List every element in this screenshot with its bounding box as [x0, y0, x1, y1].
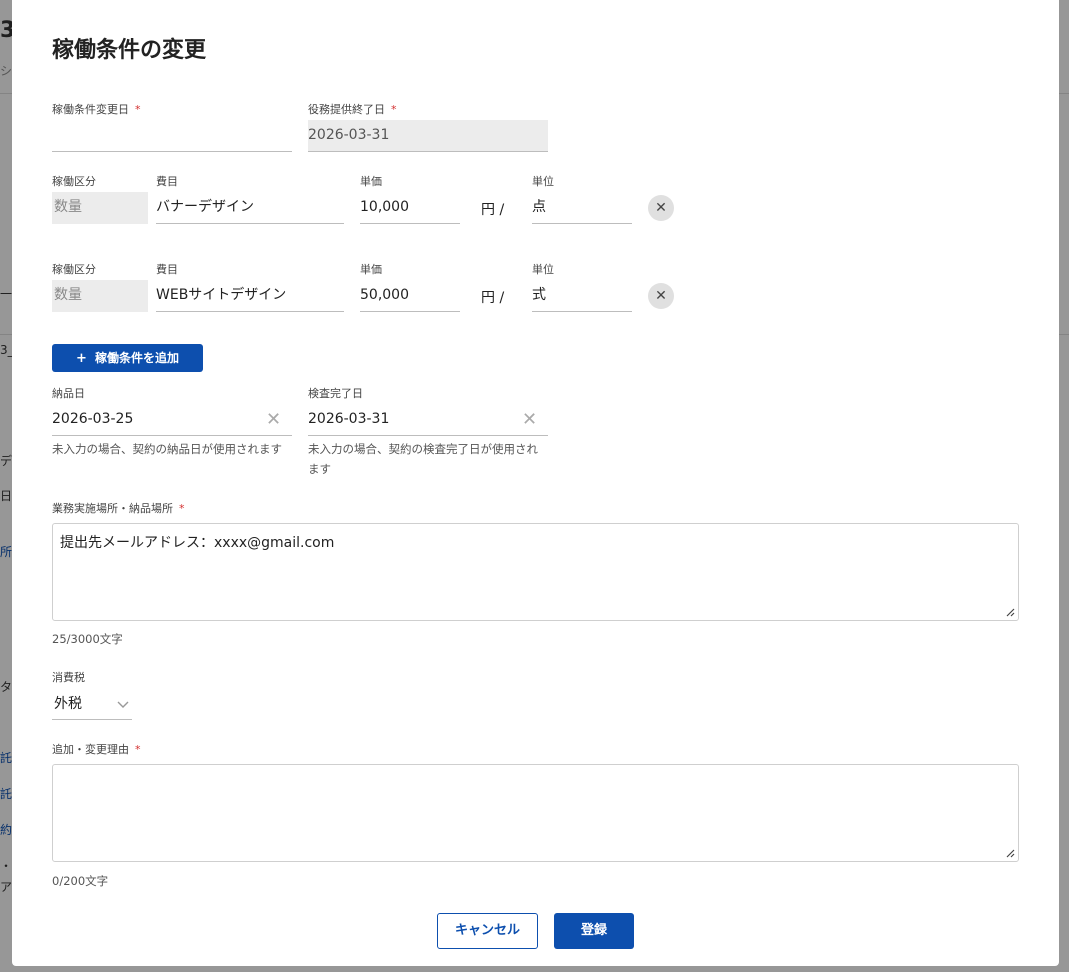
condition-type-select[interactable]: 数量: [52, 192, 148, 224]
tax-select[interactable]: 外税: [52, 690, 132, 720]
required-mark: *: [179, 502, 185, 515]
add-condition-button[interactable]: + 稼働条件を追加: [52, 344, 203, 372]
required-mark: *: [135, 743, 141, 756]
reason-textarea[interactable]: [52, 764, 1019, 862]
tax-label: 消費税: [52, 671, 85, 684]
delivery-date-hint: 未入力の場合、契約の納品日が使用されます: [52, 442, 282, 456]
remove-condition-button[interactable]: ✕: [648, 195, 674, 221]
location-label: 業務実施場所・納品場所 *: [52, 500, 185, 516]
expense-item-input[interactable]: WEBサイトデザイン: [156, 280, 344, 312]
location-counter: 25/3000文字: [52, 632, 123, 646]
unit-separator: 円 /: [481, 202, 505, 218]
end-date-input: 2026-03-31: [308, 120, 548, 152]
clear-icon[interactable]: ✕: [522, 404, 537, 436]
unit-label: 単位: [532, 263, 554, 276]
expense-item-label: 費目: [156, 263, 178, 276]
resize-handle-icon[interactable]: [1005, 607, 1015, 617]
unit-input[interactable]: 点: [532, 192, 632, 224]
cancel-button[interactable]: キャンセル: [437, 913, 538, 949]
required-mark: *: [391, 103, 397, 116]
chevron-down-icon: [117, 701, 129, 708]
location-label-text: 業務実施場所・納品場所: [52, 502, 173, 515]
condition-type-label: 稼働区分: [52, 175, 96, 188]
remove-condition-button[interactable]: ✕: [648, 283, 674, 309]
expense-item-label: 費目: [156, 175, 178, 188]
required-mark: *: [135, 103, 141, 116]
change-date-label-text: 稼働条件変更日: [52, 103, 129, 116]
delivery-date-input[interactable]: 2026-03-25: [52, 404, 292, 436]
change-date-label: 稼働条件変更日 *: [52, 101, 141, 117]
inspection-date-hint: 未入力の場合、契約の検査完了日が使用されます: [308, 442, 538, 476]
delivery-date-label: 納品日: [52, 387, 85, 400]
submit-button[interactable]: 登録: [554, 913, 634, 949]
close-icon: ✕: [655, 288, 667, 304]
end-date-label-text: 役務提供終了日: [308, 103, 385, 116]
resize-handle-icon[interactable]: [1005, 848, 1015, 858]
location-text: 提出先メールアドレス：xxxx@gmail.com: [60, 535, 335, 551]
unit-price-label: 単価: [360, 263, 382, 276]
reason-label: 追加・変更理由 *: [52, 741, 141, 757]
inspection-date-input[interactable]: 2026-03-31: [308, 404, 548, 436]
unit-price-label: 単価: [360, 175, 382, 188]
close-icon: ✕: [655, 200, 667, 216]
unit-price-input[interactable]: 50,000: [360, 280, 460, 312]
end-date-label: 役務提供終了日 *: [308, 101, 397, 117]
tax-value: 外税: [54, 696, 82, 712]
end-date-value: 2026-03-31: [308, 127, 390, 143]
unit-price-input[interactable]: 10,000: [360, 192, 460, 224]
dialog-title: 稼働条件の変更: [52, 38, 207, 63]
expense-item-input[interactable]: バナーデザイン: [156, 192, 344, 224]
location-textarea[interactable]: 提出先メールアドレス：xxxx@gmail.com: [52, 523, 1019, 621]
unit-separator: 円 /: [481, 290, 505, 306]
reason-label-text: 追加・変更理由: [52, 743, 129, 756]
change-conditions-dialog: 稼働条件の変更 稼働条件変更日 * 役務提供終了日 * 2026-03-31 稼働区…: [12, 0, 1059, 966]
change-date-input[interactable]: [52, 120, 292, 152]
unit-input[interactable]: 式: [532, 280, 632, 312]
plus-icon: +: [76, 351, 87, 366]
inspection-date-label: 検査完了日: [308, 387, 363, 400]
clear-icon[interactable]: ✕: [266, 404, 281, 436]
unit-label: 単位: [532, 175, 554, 188]
condition-type-select[interactable]: 数量: [52, 280, 148, 312]
reason-counter: 0/200文字: [52, 874, 109, 888]
condition-type-label: 稼働区分: [52, 263, 96, 276]
add-condition-label: 稼働条件を追加: [94, 351, 179, 365]
